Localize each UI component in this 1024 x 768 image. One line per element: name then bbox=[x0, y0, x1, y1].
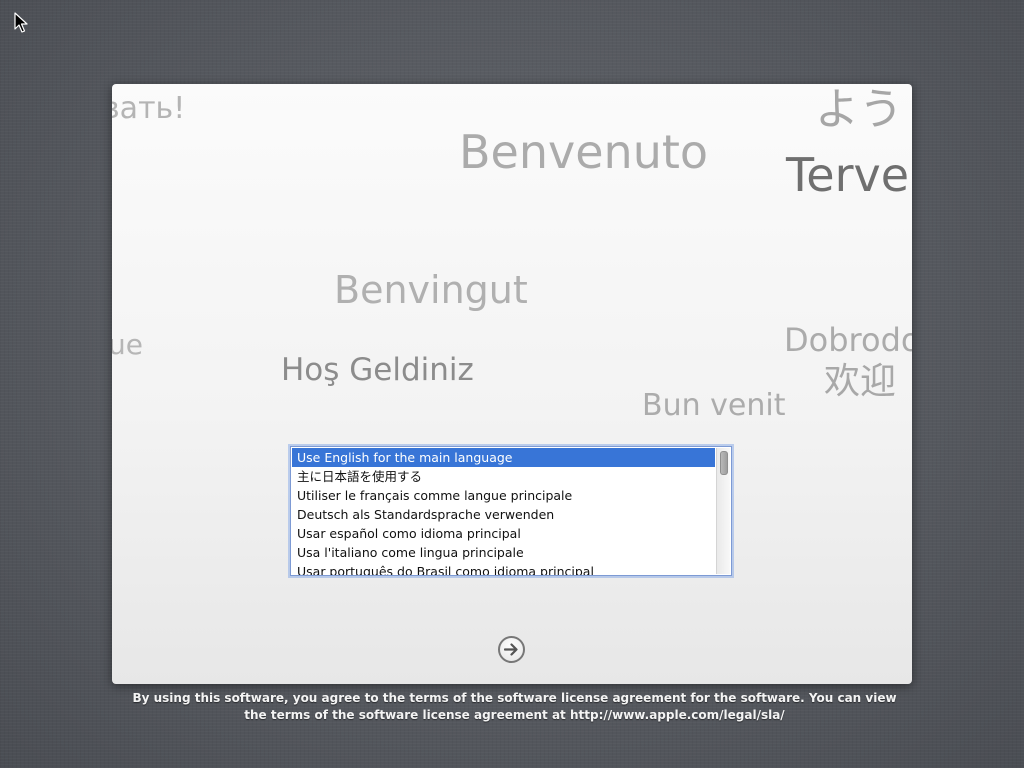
welcome-word-chinese: 欢迎 bbox=[824, 361, 897, 402]
scrollbar-thumb[interactable] bbox=[720, 451, 728, 475]
language-option-italian[interactable]: Usa l'italiano come lingua principale bbox=[292, 543, 715, 562]
language-list-scrollbar[interactable] bbox=[716, 448, 730, 574]
language-option-japanese[interactable]: 主に日本語を使用する bbox=[292, 467, 715, 486]
welcome-word-finnish: Terve bbox=[786, 148, 910, 202]
continue-button[interactable] bbox=[498, 636, 525, 663]
welcome-panel: вать! Benvenuto よう Terve Benvingut ue Ho… bbox=[112, 84, 912, 684]
welcome-word-croatian: Dobrodo bbox=[784, 321, 912, 359]
license-line-1: By using this software, you agree to the… bbox=[132, 691, 897, 705]
welcome-word-russian: вать! bbox=[112, 91, 186, 126]
language-option-english[interactable]: Use English for the main language bbox=[292, 448, 715, 467]
welcome-word-fragment: ue bbox=[112, 328, 143, 361]
welcome-word-catalan: Benvingut bbox=[334, 268, 528, 312]
language-option-portuguese-brazil[interactable]: Usar português do Brasil como idioma pri… bbox=[292, 562, 715, 575]
language-list[interactable]: Use English for the main language 主に日本語を… bbox=[290, 446, 732, 576]
license-line-2: the terms of the software license agreem… bbox=[244, 708, 785, 722]
welcome-word-romanian: Bun venit bbox=[642, 388, 786, 423]
mouse-pointer-icon bbox=[14, 12, 28, 34]
language-option-spanish[interactable]: Usar español como idioma principal bbox=[292, 524, 715, 543]
license-notice: By using this software, you agree to the… bbox=[112, 690, 917, 724]
arrow-right-circle-icon bbox=[504, 643, 518, 656]
language-list-items: Use English for the main language 主に日本語を… bbox=[292, 448, 715, 575]
welcome-word-turkish: Hoş Geldiniz bbox=[281, 352, 474, 388]
language-option-french[interactable]: Utiliser le français comme langue princi… bbox=[292, 486, 715, 505]
language-option-german[interactable]: Deutsch als Standardsprache verwenden bbox=[292, 505, 715, 524]
welcome-word-italian: Benvenuto bbox=[459, 125, 709, 179]
welcome-word-japanese: よう bbox=[815, 84, 903, 135]
